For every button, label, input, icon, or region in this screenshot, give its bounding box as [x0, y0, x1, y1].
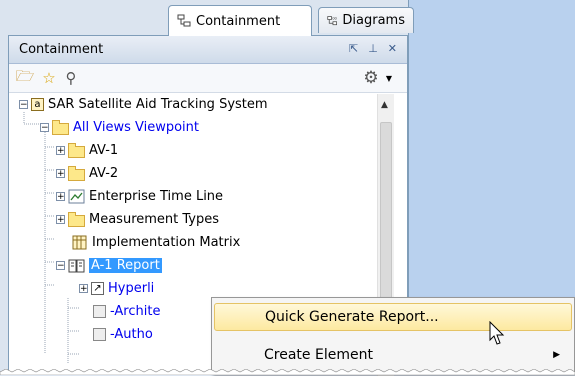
menu-item-quick-generate-report[interactable]: Quick Generate Report... [214, 303, 572, 331]
panel-title: Containment [19, 42, 104, 57]
tab-containment[interactable]: Containment [168, 5, 312, 36]
tree-item[interactable]: + Measurement Types [56, 209, 219, 229]
tab-label: Containment [196, 13, 281, 29]
folder-icon [68, 166, 85, 181]
open-folder-icon[interactable]: 🗁 [16, 67, 35, 86]
tree-item-label: Measurement Types [89, 211, 220, 227]
tree-item-label: Hyperli [108, 280, 155, 296]
tree-item-label: Enterprise Time Line [89, 188, 224, 204]
tree-item[interactable]: -Archite [93, 301, 160, 321]
tree-item[interactable]: − a SAR Satellite Aid Tracking System [19, 94, 268, 114]
containment-icon [177, 14, 191, 27]
collapse-icon[interactable]: − [19, 99, 28, 109]
tree-item-label: SAR Satellite Aid Tracking System [48, 96, 268, 112]
tree-item[interactable]: + Enterprise Time Line [56, 186, 223, 206]
package-icon: a [31, 97, 44, 111]
panel-toolbar: 🗁 ☆ ⚲ ⚙ ▼ [9, 64, 407, 93]
tree-item[interactable]: + ↗ Hyperli [79, 278, 154, 298]
tree-item-label: -Archite [110, 303, 161, 319]
expand-icon[interactable]: + [56, 145, 65, 155]
submenu-arrow-icon: ▶ [553, 350, 560, 360]
document-icon [93, 327, 106, 341]
tab-diagrams[interactable]: 00 Diagrams [318, 7, 414, 33]
panel-title-bar: Containment ⇱ ⊥ ✕ [9, 36, 407, 64]
expand-icon[interactable]: + [56, 168, 65, 178]
timeline-icon [68, 189, 85, 203]
expand-icon[interactable]: + [56, 191, 65, 201]
tab-label: Diagrams [342, 13, 405, 28]
tree-item-label: AV-1 [89, 142, 119, 158]
menu-item-create-element[interactable]: Create Element ▶ [214, 341, 572, 369]
tree-item-label: AV-2 [89, 165, 119, 181]
folder-icon [52, 120, 69, 135]
collapse-icon[interactable]: − [40, 122, 49, 132]
mouse-cursor-icon [489, 321, 505, 345]
float-icon[interactable]: ⇱ [349, 42, 358, 55]
tree-item[interactable]: + AV-2 [56, 163, 118, 183]
folder-icon [68, 212, 85, 227]
document-icon [93, 304, 106, 318]
svg-text:00: 00 [332, 16, 337, 20]
scroll-up-icon[interactable]: ▲ [381, 100, 388, 110]
matrix-icon [72, 235, 87, 249]
expand-icon[interactable]: + [79, 283, 88, 293]
tree-item-selected[interactable]: − A-1 Report [56, 255, 162, 275]
tree-item[interactable]: − All Views Viewpoint [40, 117, 199, 137]
diagrams-icon: 00 [327, 15, 337, 25]
folder-icon [68, 143, 85, 158]
tree-item-label: A-1 Report [89, 257, 162, 273]
close-icon[interactable]: ✕ [388, 42, 397, 55]
tree-item[interactable]: Implementation Matrix [68, 232, 240, 252]
search-icon[interactable]: ⚲ [63, 69, 79, 87]
tree-item-label: -Autho [110, 326, 153, 342]
menu-item-label: Create Element [264, 347, 373, 363]
tree-item-label: Implementation Matrix [92, 234, 241, 250]
context-menu: Quick Generate Report... Create Element … [211, 297, 575, 375]
torn-edge [0, 369, 575, 375]
tab-strip: Containment 00 Diagrams [0, 0, 414, 36]
gear-icon[interactable]: ⚙ [363, 68, 379, 88]
report-icon [68, 259, 85, 272]
expand-icon[interactable]: + [56, 214, 65, 224]
tree-item[interactable]: + AV-1 [56, 140, 118, 160]
star-icon[interactable]: ☆ [41, 69, 57, 87]
collapse-icon[interactable]: − [56, 260, 65, 270]
tree-item[interactable]: -Autho [93, 324, 153, 344]
tree-item-label: All Views Viewpoint [73, 119, 200, 135]
chevron-down-icon[interactable]: ▼ [381, 70, 397, 86]
pin-icon[interactable]: ⊥ [368, 42, 378, 55]
hyperlink-icon: ↗ [91, 281, 104, 295]
menu-item-label: Quick Generate Report... [265, 309, 439, 325]
